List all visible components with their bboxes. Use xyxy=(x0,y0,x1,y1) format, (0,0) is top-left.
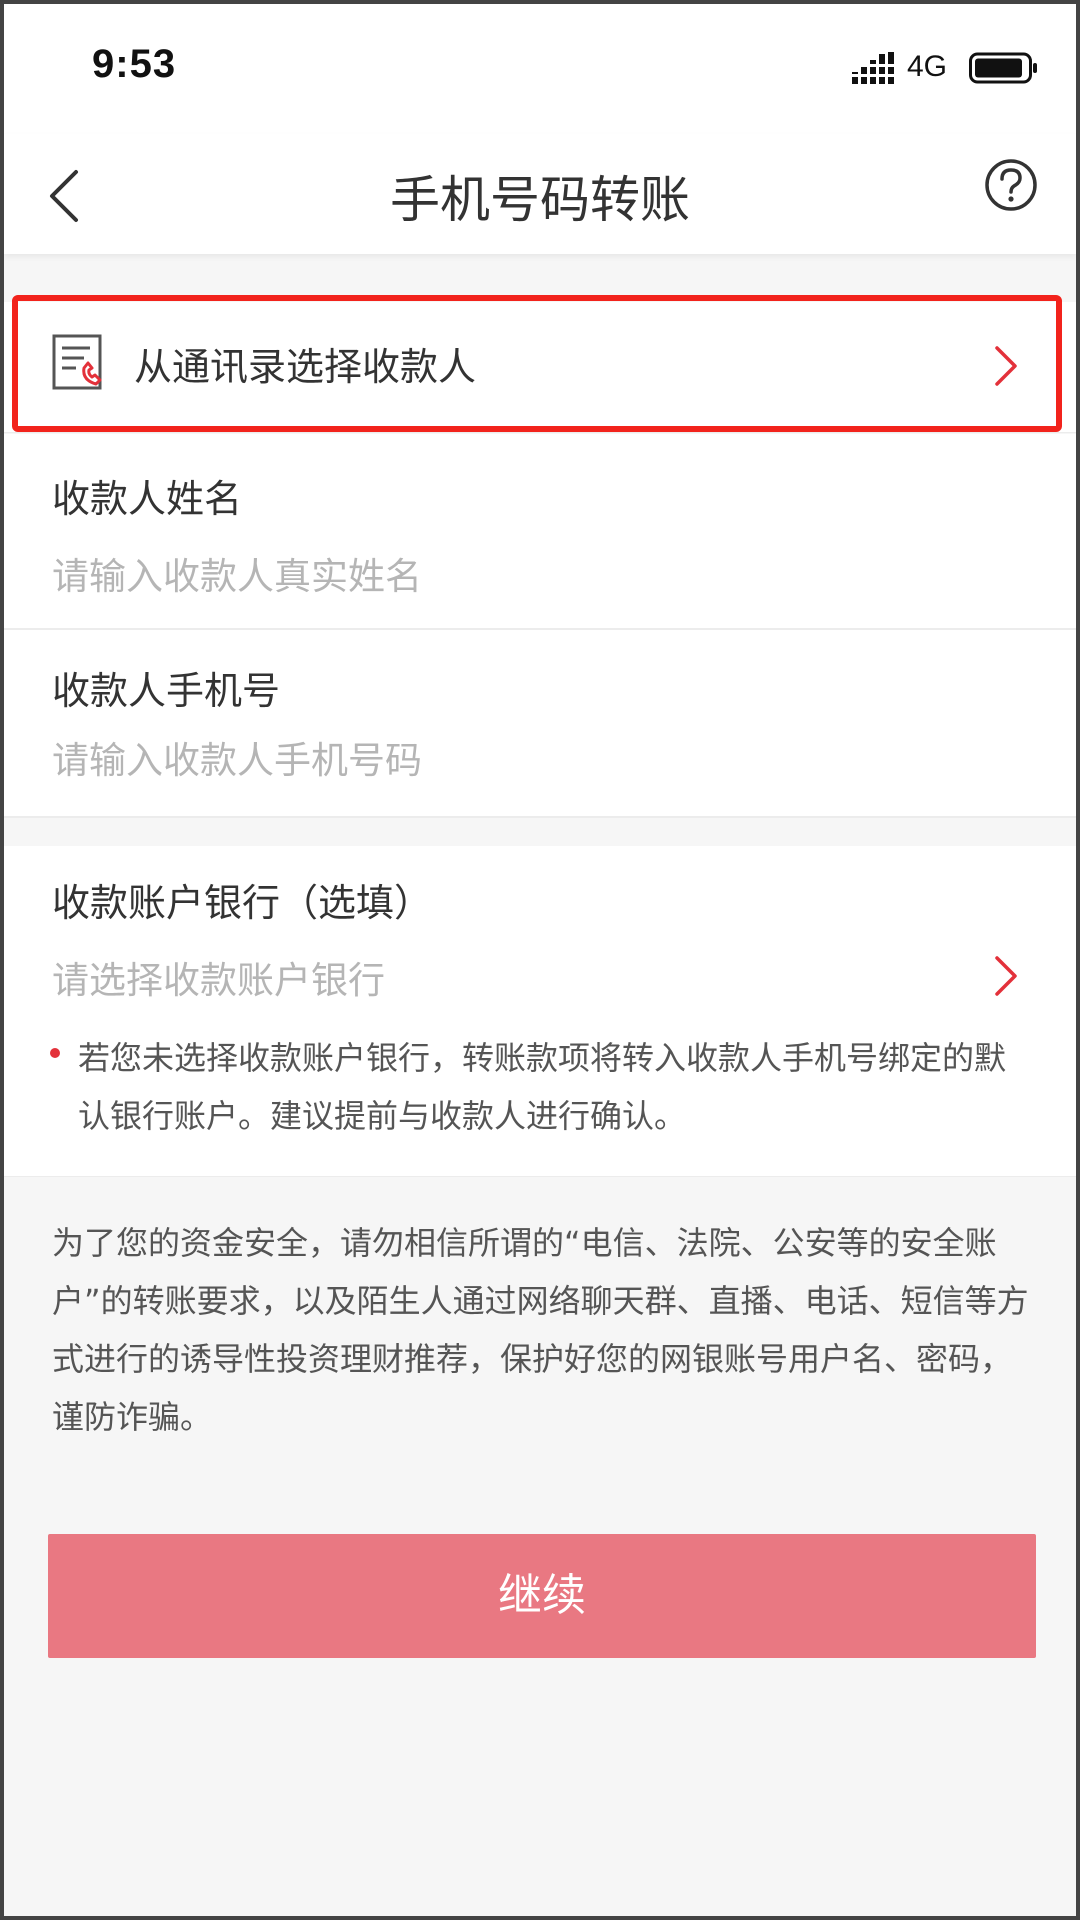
security-warning: 为了您的资金安全，请勿相信所谓的“电信、法院、公安等的安全账户”的转账要求，以及… xyxy=(52,1224,1029,1436)
status-time: 9:53 xyxy=(92,42,177,86)
bullet-dot xyxy=(50,1048,60,1058)
screen: 9:53 4G 手机号码转账 从通讯录选择收款人 收款人姓名 请输入收款人真实姓… xyxy=(4,4,1076,1916)
network-type: 4G xyxy=(907,50,948,83)
bank-select[interactable]: 请选择收款账户银行 xyxy=(52,950,385,1004)
chevron-right-icon[interactable] xyxy=(992,954,1020,998)
continue-button[interactable]: 继续 xyxy=(48,1534,1036,1658)
signal-icon xyxy=(852,52,896,84)
payee-phone-input[interactable]: 请输入收款人手机号码 xyxy=(52,730,422,784)
payee-name-label: 收款人姓名 xyxy=(52,477,243,521)
payee-name-field: 收款人姓名 请输入收款人真实姓名 xyxy=(4,434,1076,630)
payee-phone-field: 收款人手机号 请输入收款人手机号码 xyxy=(4,630,1076,818)
payee-phone-label: 收款人手机号 xyxy=(52,669,281,713)
highlight-box xyxy=(12,295,1062,432)
payee-name-input[interactable]: 请输入收款人真实姓名 xyxy=(52,546,422,600)
bank-note: 若您未选择收款账户银行，转账款项将转入收款人手机号绑定的默认银行账户。建议提前与… xyxy=(78,1039,1007,1135)
question-circle-icon[interactable] xyxy=(984,158,1038,212)
page-title: 手机号码转账 xyxy=(390,171,690,229)
status-bar: 9:53 4G xyxy=(4,4,1076,134)
battery-icon xyxy=(969,52,1037,84)
bank-label: 收款账户银行（选填） xyxy=(52,881,433,925)
bank-field: 收款账户银行（选填） 请选择收款账户银行 若您未选择收款账户银行，转账款项将转入… xyxy=(4,846,1076,1177)
nav-bar: 手机号码转账 xyxy=(4,134,1076,254)
